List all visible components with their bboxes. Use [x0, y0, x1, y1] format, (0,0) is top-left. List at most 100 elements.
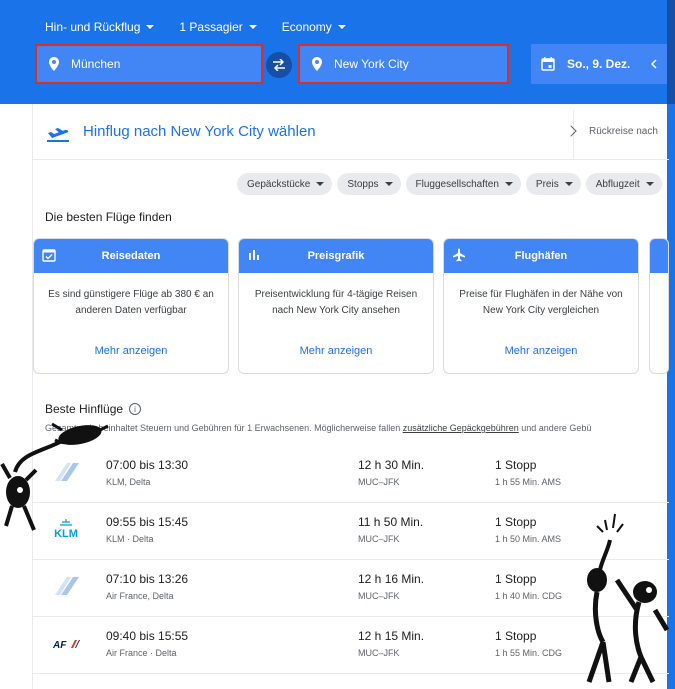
flight-row[interactable]: AF 09:40 bis 15:55 Air France · Delta 12…: [33, 618, 669, 674]
flight-route: MUC–JFK: [358, 534, 400, 544]
card-title: Flughäfen: [514, 250, 568, 262]
calendar-icon: [541, 57, 555, 71]
flight-times: 07:00 bis 13:30: [106, 458, 189, 472]
flight-route: MUC–JFK: [358, 591, 400, 601]
show-more-link[interactable]: Mehr anzeigen: [444, 345, 638, 357]
plane-takeoff-icon: [47, 128, 69, 142]
baggage-fees-link[interactable]: zusätzliche Gepäckgebühren: [403, 423, 519, 433]
filter-stops[interactable]: Stopps: [337, 173, 401, 195]
flight-stops: 1 Stopp: [495, 629, 537, 643]
origin-field[interactable]: München: [35, 44, 263, 84]
results-heading: Beste Hinflüge i: [45, 402, 142, 416]
flight-times: 09:55 bis 15:45: [106, 515, 189, 529]
flight-row[interactable]: 07:00 bis 13:30 KLM, Delta 12 h 30 Min. …: [33, 447, 669, 503]
show-more-link[interactable]: Mehr anzeigen: [239, 345, 433, 357]
card-header: Flughäfen: [444, 239, 638, 273]
card-header: Preisgrafik: [239, 239, 433, 273]
card-header: [650, 239, 668, 273]
results-title: Beste Hinflüge: [45, 402, 124, 416]
chevron-down-icon: [337, 25, 346, 29]
filter-airlines[interactable]: Fluggesellschaften: [405, 173, 521, 195]
filter-label: Stopps: [347, 178, 379, 190]
flight-layover: 1 h 55 Min. CDG: [495, 648, 563, 658]
chevron-down-icon: [248, 25, 257, 29]
bar-chart-icon: [249, 250, 259, 260]
trip-type-dropdown[interactable]: Hin- und Rückflug: [45, 20, 155, 34]
chevron-down-icon: [645, 182, 654, 186]
cabin-dropdown[interactable]: Economy: [282, 20, 346, 34]
passengers-label: 1 Passagier: [179, 20, 243, 34]
flight-layover: 1 h 40 Min. CDG: [495, 591, 563, 601]
chevron-down-icon: [316, 182, 325, 186]
origin-value: München: [71, 57, 121, 71]
show-more-link[interactable]: Mehr anzeigen: [34, 345, 228, 357]
card-title: Reisedaten: [101, 250, 161, 262]
header-edge: [667, 0, 675, 104]
jumping-figure-doodle: [0, 422, 109, 531]
swap-arrows-icon: [273, 59, 285, 71]
return-step-tab[interactable]: Rückreise nach: [589, 126, 658, 137]
delta-tail-logo-icon: [55, 577, 79, 595]
departure-date-field[interactable]: So., 9. Dez.: [531, 44, 668, 84]
flight-row[interactable]: KLM 09:55 bis 15:45 KLM · Delta 11 h 50 …: [33, 504, 669, 560]
insight-card-airports[interactable]: Flughäfen Preise für Flughäfen in der Nä…: [443, 238, 639, 374]
chevron-left-icon[interactable]: [650, 59, 658, 69]
filter-bar: Gepäckstücke Stopps Fluggesellschaften P…: [237, 173, 662, 195]
celebrating-figures-doodle: [586, 513, 670, 684]
flight-route: MUC–JFK: [358, 648, 400, 658]
step-header: Hinflug nach New York City wählen Rückre…: [33, 110, 669, 160]
flight-airline: KLM · Delta: [106, 534, 154, 544]
calendar-check-icon: [42, 249, 56, 262]
trip-type-label: Hin- und Rückflug: [45, 20, 141, 34]
flight-stops: 1 Stopp: [495, 515, 537, 529]
chevron-right-icon: [565, 125, 577, 137]
flight-layover: 1 h 50 Min. AMS: [495, 534, 562, 544]
note-suffix: und andere Gebü: [518, 423, 592, 433]
card-text: Preise für Flughäfen in der Nähe von New…: [459, 289, 623, 316]
chevron-down-icon: [146, 25, 155, 29]
divider: [573, 110, 574, 160]
flight-row[interactable]: 07:10 bis 13:26 Air France, Delta 12 h 1…: [33, 561, 669, 617]
destination-value: New York City: [334, 57, 409, 71]
location-pin-icon: [312, 57, 322, 71]
filter-label: Preis: [535, 178, 559, 190]
card-text: Es sind günstigere Flüge ab 380 € an and…: [48, 289, 214, 316]
svg-text:AF: AF: [52, 640, 67, 651]
flight-route: MUC–JFK: [358, 477, 400, 487]
filter-baggage[interactable]: Gepäckstücke: [237, 173, 333, 195]
card-text: Preisentwicklung für 4-tägige Reisen nac…: [254, 289, 418, 316]
swap-button[interactable]: [266, 52, 292, 78]
flight-duration: 11 h 50 Min.: [358, 515, 424, 529]
insight-card-price-graph[interactable]: Preisgrafik Preisentwicklung für 4-tägig…: [238, 238, 434, 374]
departure-date-value: So., 9. Dez.: [567, 57, 631, 71]
page-title: Hinflug nach New York City wählen: [83, 123, 316, 140]
destination-field[interactable]: New York City: [298, 44, 509, 84]
filter-label: Abflugzeit: [595, 178, 640, 190]
passengers-dropdown[interactable]: 1 Passagier: [179, 20, 257, 34]
left-gutter: [0, 104, 33, 689]
flight-airline: Air France · Delta: [106, 648, 177, 658]
flight-stops: 1 Stopp: [495, 572, 537, 586]
search-header: Hin- und Rückflug 1 Passagier Economy Mü…: [0, 0, 675, 104]
best-flights-heading: Die besten Flüge finden: [45, 210, 172, 224]
chevron-down-icon: [504, 182, 513, 186]
filter-price[interactable]: Preis: [525, 173, 581, 195]
flight-layover: 1 h 55 Min. AMS: [495, 477, 562, 487]
insight-card-dates[interactable]: Reisedaten Es sind günstigere Flüge ab 3…: [33, 238, 229, 374]
location-pin-icon: [49, 57, 59, 71]
filter-departure-time[interactable]: Abflugzeit: [585, 173, 662, 195]
cabin-label: Economy: [281, 20, 332, 34]
insight-card-partial[interactable]: [649, 238, 669, 374]
air-france-logo-icon: AF: [52, 640, 80, 651]
airplane-icon: [453, 248, 465, 262]
card-title: Preisgrafik: [307, 250, 365, 262]
chevron-down-icon: [384, 182, 393, 186]
flight-airline: Air France, Delta: [106, 591, 174, 601]
filter-label: Gepäckstücke: [247, 178, 311, 190]
flight-times: 07:10 bis 13:26: [106, 572, 189, 586]
chevron-down-icon: [564, 182, 573, 186]
card-header: Reisedaten: [34, 239, 228, 273]
flight-stops: 1 Stopp: [495, 458, 537, 472]
flight-airline: KLM, Delta: [106, 477, 151, 487]
info-icon[interactable]: i: [129, 403, 142, 415]
